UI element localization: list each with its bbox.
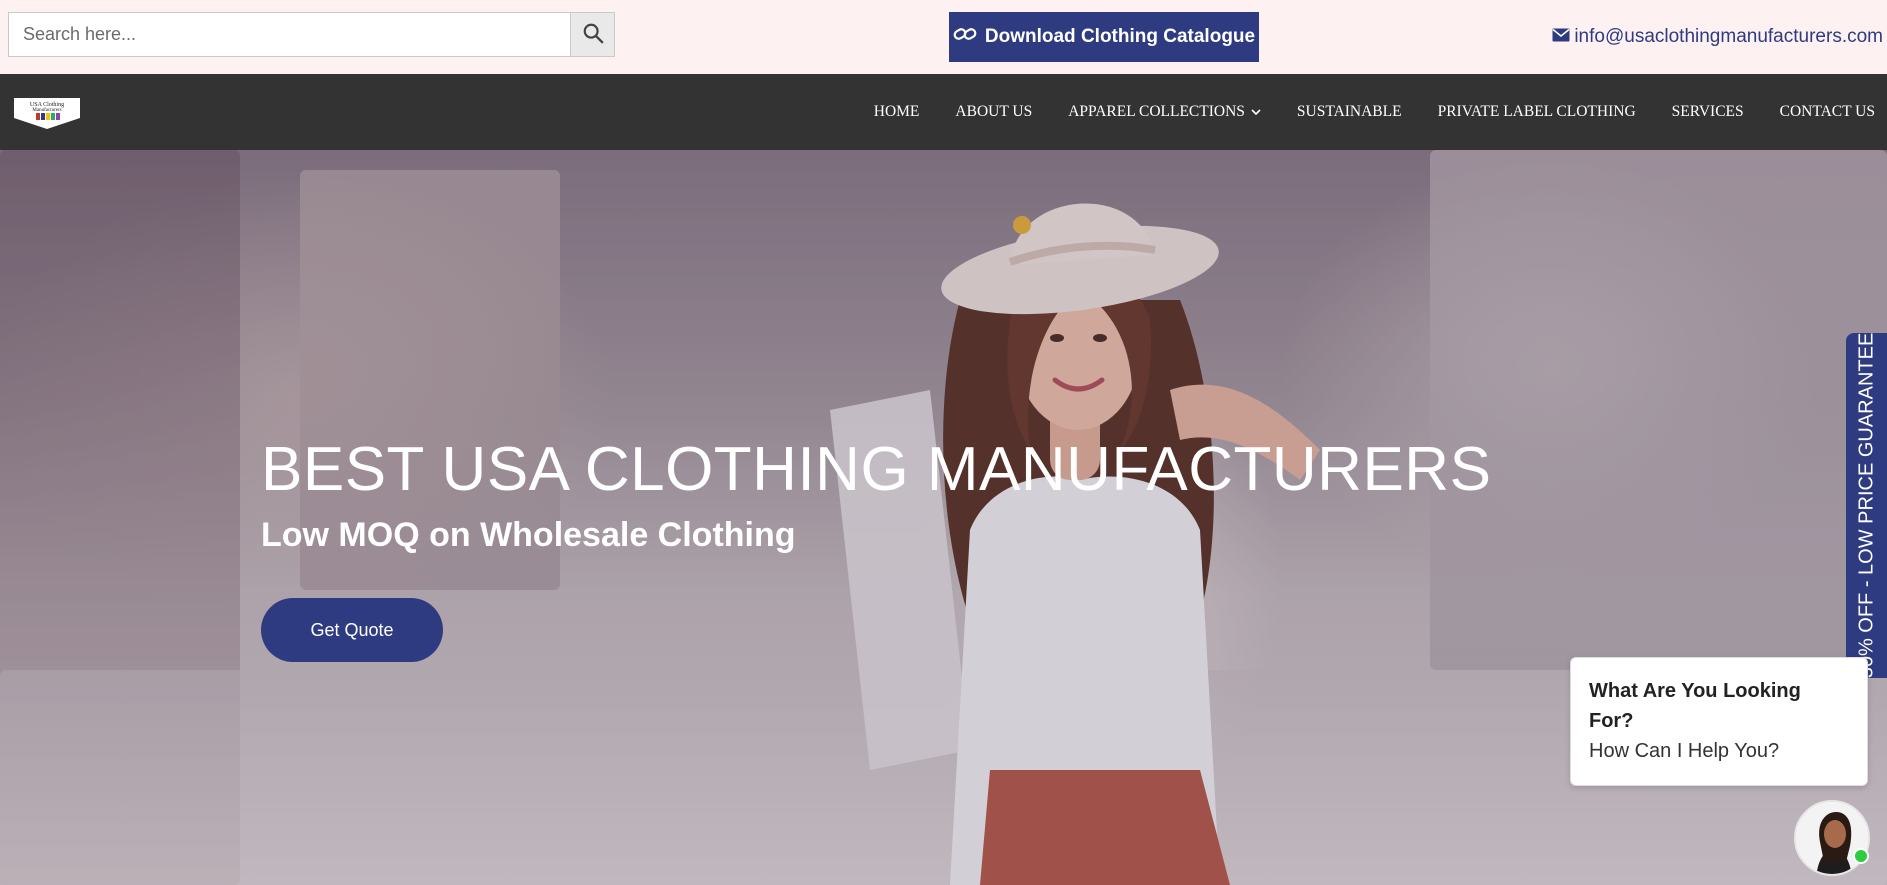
nav-item-label: HOME [873, 103, 920, 120]
email-link[interactable]: info@usaclothingmanufacturers.com [1552, 24, 1883, 50]
nav-item-apparel-collections[interactable]: APPAREL COLLECTIONS [1050, 103, 1279, 121]
nav-item-label: SERVICES [1671, 103, 1744, 120]
search-icon [582, 22, 604, 47]
nav-item-label: CONTACT US [1779, 103, 1875, 120]
nav-item-services[interactable]: SERVICES [1654, 103, 1762, 121]
nav-item-label: SUSTAINABLE [1296, 103, 1402, 120]
hero-title: BEST USA CLOTHING MANUFACTURERS [261, 435, 1492, 504]
search-input[interactable] [9, 13, 570, 56]
nav-menu: HOME ABOUT US APPAREL COLLECTIONS SUSTAI… [856, 74, 1887, 150]
chat-popup-title: What Are You Looking For? [1589, 680, 1801, 732]
nav-item-private-label-clothing[interactable]: PRIVATE LABEL CLOTHING [1420, 103, 1654, 121]
get-quote-button[interactable]: Get Quote [261, 598, 443, 662]
nav-item-sustainable[interactable]: SUSTAINABLE [1279, 103, 1420, 121]
email-text: info@usaclothingmanufacturers.com [1574, 26, 1883, 47]
top-bar: Download Clothing Catalogue info@usaclot… [0, 0, 1887, 74]
hero-subtitle: Low MOQ on Wholesale Clothing [261, 516, 796, 554]
nav-item-home[interactable]: HOME [856, 103, 938, 121]
price-guarantee-tab[interactable]: 30% OFF - LOW PRICE GUARANTEE [1846, 333, 1887, 678]
chat-popup-subtitle: How Can I Help You? [1589, 740, 1780, 762]
download-catalogue-button[interactable]: Download Clothing Catalogue [949, 12, 1259, 62]
site-logo[interactable]: USA Clothing Manufacturers [14, 96, 80, 130]
search-form [8, 12, 615, 57]
nav-item-contact-us[interactable]: CONTACT US [1762, 103, 1887, 121]
nav-item-about-us[interactable]: ABOUT US [937, 103, 1050, 121]
link-icon [953, 25, 977, 49]
chat-agent-avatar[interactable] [1794, 800, 1870, 876]
chat-popup[interactable]: What Are You Looking For? How Can I Help… [1570, 657, 1868, 786]
nav-item-label: ABOUT US [955, 103, 1033, 120]
nav-item-label: APPAREL COLLECTIONS [1068, 103, 1245, 120]
svg-text:Manufacturers: Manufacturers [32, 108, 61, 113]
nav-item-label: PRIVATE LABEL CLOTHING [1437, 103, 1636, 120]
online-status-indicator [1853, 848, 1869, 864]
price-guarantee-text: 30% OFF - LOW PRICE GUARANTEE [1855, 333, 1878, 678]
logo-graphic: USA Clothing Manufacturers [14, 98, 80, 129]
envelope-icon [1552, 26, 1570, 48]
chevron-down-icon [1251, 103, 1261, 121]
search-button[interactable] [570, 13, 614, 56]
main-navbar: USA Clothing Manufacturers HOME ABOUT US… [0, 74, 1887, 150]
download-catalogue-label: Download Clothing Catalogue [984, 26, 1256, 47]
